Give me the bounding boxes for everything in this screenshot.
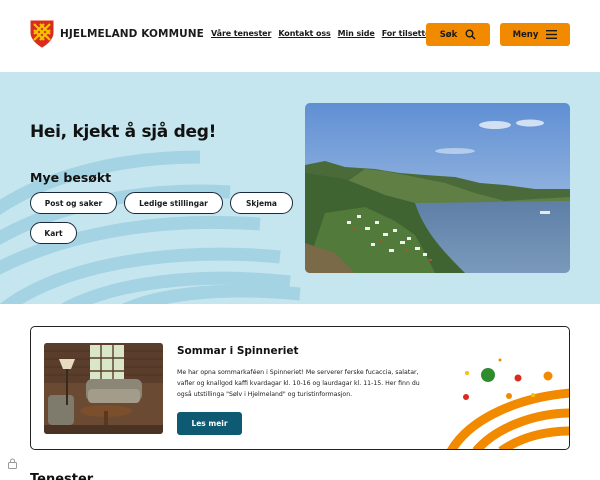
lock-icon: [8, 458, 17, 469]
quick-link-skjema[interactable]: Skjema: [230, 192, 293, 214]
quick-link-kart[interactable]: Kart: [30, 222, 77, 244]
search-icon: [465, 29, 476, 40]
top-nav: Våre tenester Kontakt oss Min side For t…: [211, 29, 431, 38]
services-heading: Tenester: [30, 472, 94, 480]
read-more-button[interactable]: Les meir: [177, 412, 242, 435]
decorative-graphic: [447, 358, 569, 449]
menu-button-label: Meny: [512, 29, 539, 40]
coat-of-arms-icon: [30, 20, 54, 48]
search-button-label: Søk: [439, 29, 458, 40]
search-button[interactable]: Søk: [426, 23, 490, 46]
menu-button[interactable]: Meny: [500, 23, 570, 46]
hero-photo: [305, 103, 570, 273]
hero-section: Hei, kjekt å sjå deg! Mye besøkt Post og…: [0, 72, 600, 304]
nav-link-tenester[interactable]: Våre tenester: [211, 29, 271, 38]
hero-title: Hei, kjekt å sjå deg!: [30, 122, 217, 142]
menu-icon: [546, 30, 558, 39]
nav-link-kontakt[interactable]: Kontakt oss: [278, 29, 330, 38]
quick-link-post[interactable]: Post og saker: [30, 192, 117, 214]
nav-link-tilsette[interactable]: For tilsette: [382, 29, 431, 38]
feature-card: Sommar i Spinneriet Me har opna sommarka…: [30, 326, 570, 450]
site-header: HJELMELAND KOMMUNE Våre tenester Kontakt…: [0, 0, 600, 72]
logo-text: HJELMELAND KOMMUNE: [60, 28, 204, 40]
logo-link[interactable]: HJELMELAND KOMMUNE: [30, 20, 204, 48]
quick-links-heading: Mye besøkt: [30, 170, 112, 185]
feature-body: Me har opna sommarkaféen i Spinneriet! M…: [177, 369, 420, 398]
quick-link-stillingar[interactable]: Ledige stillingar: [124, 192, 223, 214]
nav-link-min-side[interactable]: Min side: [338, 29, 375, 38]
cafe-photo: [44, 343, 163, 434]
feature-title: Sommar i Spinneriet: [177, 345, 299, 357]
